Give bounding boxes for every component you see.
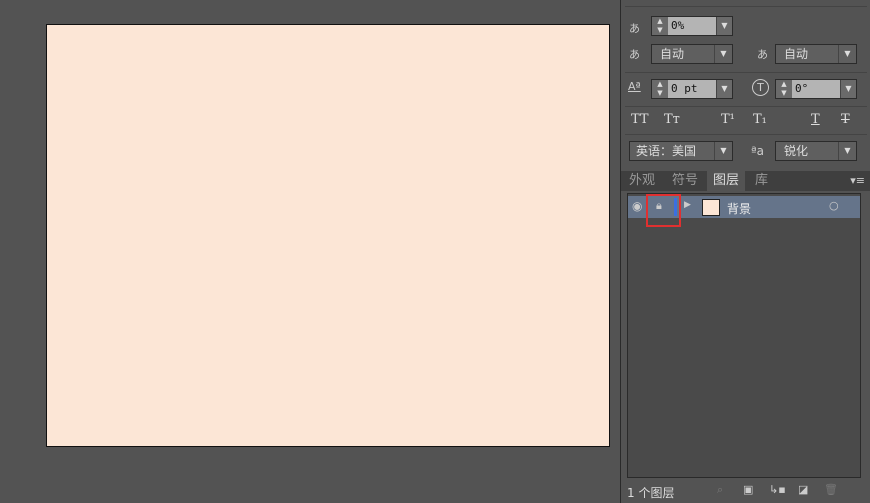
language-select[interactable]: 英语：美国 ▼ (629, 141, 733, 161)
panel-tabs: 外观 符号 图层 库 ▾≡ (621, 171, 870, 191)
tab-symbols[interactable]: 符号 (666, 171, 704, 191)
chevron-down-icon[interactable]: ▼ (716, 80, 732, 98)
layer-color-bar (674, 198, 677, 216)
language-value: 英语：美国 (636, 144, 697, 158)
tracking-input[interactable]: ▲ ▼ 0% ▼ (651, 16, 733, 36)
clipping-mask-icon[interactable]: ▣ (743, 483, 753, 496)
tab-layers[interactable]: 图层 (707, 171, 746, 191)
chevron-down-icon: ▼ (838, 45, 856, 63)
layer-thumbnail (702, 199, 720, 216)
rotation-input[interactable]: ▲ ▼ 0° ▼ (775, 79, 857, 99)
artboard (46, 24, 610, 447)
layers-list: ◉ 🔒︎ ▶ 背景 ○ (627, 193, 861, 478)
chevron-down-icon: ▼ (714, 45, 732, 63)
aki-right-icon: あ (757, 48, 768, 61)
stepper[interactable]: ▲ ▼ (652, 80, 668, 98)
antialias-select[interactable]: 锐化 ▼ (775, 141, 857, 161)
chevron-down-icon: ▼ (714, 142, 732, 160)
new-layer-icon[interactable]: ◪ (798, 483, 808, 496)
aki-left-value: 自动 (660, 47, 685, 61)
rotate-icon: T (752, 79, 769, 96)
underline-button[interactable]: T (811, 112, 820, 127)
chevron-down-icon[interactable]: ▼ (840, 80, 856, 98)
chevron-down-icon[interactable]: ▼ (716, 17, 732, 35)
layers-footer: 1 个图层 ⌕ ▣ ↳▪ ◪ 🗑︎ (621, 480, 870, 503)
eye-icon[interactable]: ◉ (632, 199, 642, 213)
small-caps-button[interactable]: Tт (664, 112, 680, 127)
baseline-shift-input[interactable]: ▲ ▼ 0 pt ▼ (651, 79, 733, 99)
trash-icon[interactable]: 🗑︎ (824, 483, 838, 496)
aki-right-value: 自动 (784, 47, 809, 61)
tab-libraries[interactable]: 库 (749, 171, 774, 191)
subscript-button[interactable]: T₁ (753, 112, 767, 127)
layer-row[interactable]: ◉ 🔒︎ ▶ 背景 ○ (628, 194, 860, 227)
stepper[interactable]: ▲ ▼ (776, 80, 792, 98)
antialias-value: 锐化 (784, 144, 809, 158)
search-icon[interactable]: ⌕ (717, 483, 723, 497)
superscript-button[interactable]: T¹ (721, 112, 735, 127)
aki-right-select[interactable]: 自动 ▼ (775, 44, 857, 64)
aki-left-select[interactable]: 自动 ▼ (651, 44, 733, 64)
target-circle-icon[interactable]: ○ (829, 199, 839, 212)
layer-name[interactable]: 背景 (727, 200, 751, 217)
strikethrough-button[interactable]: T (841, 112, 850, 127)
all-caps-button[interactable]: TT (631, 112, 649, 127)
stepper[interactable]: ▲ ▼ (652, 17, 668, 35)
expand-triangle-icon[interactable]: ▶ (684, 200, 691, 210)
character-layers-panel: あ ▲ ▼ 0% ▼ あ 自动 ▼ あ 自动 ▼ Aª ▲ ▼ 0 pt ▼ T ▲ ▼ … (620, 0, 870, 503)
tsume-icon: あ (629, 22, 640, 35)
tracking-value[interactable]: 0% (668, 17, 716, 35)
rotation-value[interactable]: 0° (792, 80, 840, 98)
layer-count: 1 个图层 (627, 486, 675, 500)
aki-left-icon: あ (629, 48, 640, 61)
antialias-icon: ªa (751, 144, 765, 158)
chevron-down-icon: ▼ (838, 142, 856, 160)
new-sublayer-icon[interactable]: ↳▪ (769, 483, 786, 496)
tab-appearance[interactable]: 外观 (623, 171, 661, 191)
baseline-shift-icon: Aª (628, 80, 641, 93)
baseline-shift-value[interactable]: 0 pt (668, 80, 716, 98)
panel-menu-icon[interactable]: ▾≡ (850, 174, 865, 187)
